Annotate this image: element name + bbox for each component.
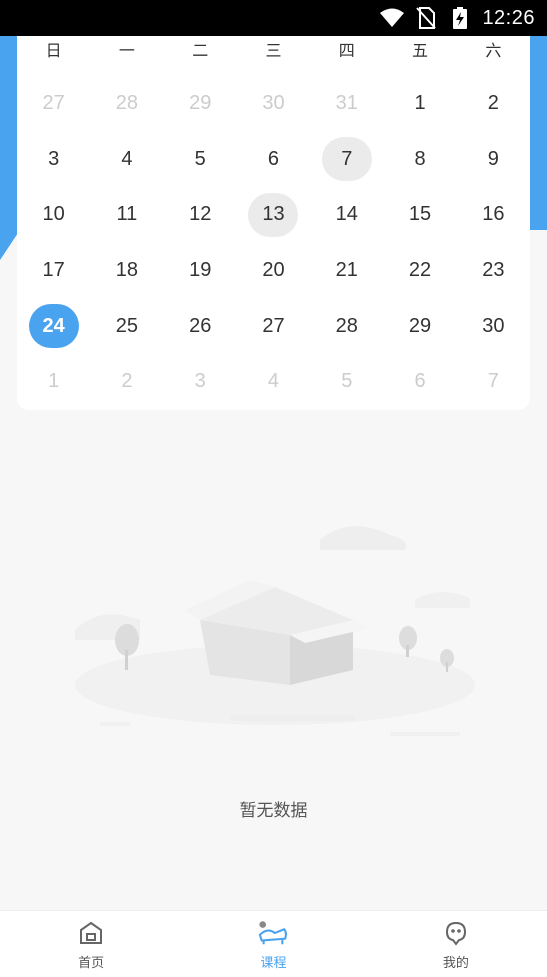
calendar-day[interactable]: 1	[29, 360, 79, 404]
no-sim-icon	[414, 7, 438, 29]
profile-icon	[441, 918, 471, 948]
calendar-day[interactable]: 23	[468, 249, 518, 293]
nav-label-home: 首页	[78, 955, 105, 971]
weekday-label: 三	[265, 41, 282, 60]
calendar-day[interactable]: 19	[175, 249, 225, 293]
calendar-day[interactable]: 17	[29, 249, 79, 293]
weekday-label: 四	[338, 41, 355, 60]
home-icon	[76, 918, 106, 948]
empty-box-illustration	[60, 510, 490, 760]
calendar-day[interactable]: 10	[29, 193, 79, 237]
calendar-day[interactable]: 3	[175, 360, 225, 404]
calendar-week-row: 1234567	[17, 354, 530, 410]
calendar-day[interactable]: 29	[395, 304, 445, 348]
calendar-day[interactable]: 14	[322, 193, 372, 237]
calendar: 日一二三四五六 27 28 29 30 31 1 2 3 4 5 6 7 8 9 10 11 12 13 14 15 1…	[17, 36, 530, 410]
calendar-day-selected[interactable]: 24	[28, 304, 79, 349]
calendar-day[interactable]: 11	[102, 193, 152, 237]
calendar-day[interactable]: 30	[248, 82, 298, 126]
calendar-week-row: 17 18 19 20 21 22 23	[17, 243, 530, 299]
calendar-day[interactable]: 8	[395, 137, 445, 181]
calendar-day[interactable]: 7	[321, 137, 372, 182]
calendar-day[interactable]: 4	[102, 137, 152, 181]
calendar-day[interactable]: 27	[29, 82, 79, 126]
calendar-day[interactable]: 28	[102, 82, 152, 126]
calendar-day[interactable]: 5	[175, 137, 225, 181]
calendar-day[interactable]: 5	[322, 360, 372, 404]
calendar-day[interactable]: 27	[248, 304, 298, 348]
calendar-day[interactable]: 12	[175, 193, 225, 237]
calendar-day[interactable]: 15	[395, 193, 445, 237]
nav-label-course: 课程	[260, 955, 287, 971]
calendar-day[interactable]: 31	[322, 82, 372, 126]
calendar-week-row: 3456789	[17, 132, 530, 188]
weekday-label: 二	[192, 41, 209, 60]
calendar-day[interactable]: 9	[468, 137, 518, 181]
calendar-week-row: 27 28 29 30 31 1 2	[17, 76, 530, 132]
weekday-label: 一	[118, 41, 135, 60]
nav-item-home[interactable]: 首页	[0, 911, 182, 977]
calendar-day[interactable]: 22	[395, 249, 445, 293]
calendar-grid: 27 28 29 30 31 1 2 3 4 5 6 7 8 9 10 11 12 13 14 15 16 17 18 19 2…	[17, 76, 530, 410]
calendar-day[interactable]: 20	[248, 249, 298, 293]
calendar-day[interactable]: 29	[175, 82, 225, 126]
calendar-day[interactable]: 30	[468, 304, 518, 348]
calendar-day[interactable]: 21	[322, 249, 372, 293]
calendar-week-row: 24 25 26 27 28 29 30	[17, 298, 530, 354]
wifi-icon	[380, 7, 405, 29]
calendar-week-row: 10 11 12 13 14 15 16	[17, 187, 530, 243]
status-bar: 12:26	[0, 0, 547, 36]
calendar-day[interactable]: 4	[248, 360, 298, 404]
calendar-day[interactable]: 2	[468, 82, 518, 126]
calendar-day[interactable]: 16	[468, 193, 518, 237]
calendar-day[interactable]: 25	[102, 304, 152, 348]
calendar-day[interactable]: 3	[29, 137, 79, 181]
calendar-day[interactable]: 28	[322, 304, 372, 348]
weekday-label: 日	[45, 41, 62, 60]
calendar-day[interactable]: 26	[175, 304, 225, 348]
calendar-day[interactable]: 1	[395, 82, 445, 126]
calendar-day[interactable]: 7	[468, 360, 518, 404]
weekday-header: 日一二三四五六	[17, 36, 530, 66]
battery-charging-icon	[448, 7, 472, 29]
nav-item-profile[interactable]: 我的	[365, 911, 547, 977]
course-icon	[258, 918, 288, 948]
bottom-nav: 首页 课程 我的	[0, 910, 547, 977]
weekday-label: 五	[412, 41, 429, 60]
calendar-day[interactable]: 18	[102, 249, 152, 293]
status-time: 12:26	[482, 6, 535, 29]
nav-label-profile: 我的	[442, 955, 469, 971]
calendar-day[interactable]: 6	[395, 360, 445, 404]
calendar-day[interactable]: 6	[248, 137, 298, 181]
nav-item-course[interactable]: 课程	[182, 911, 364, 977]
weekday-label: 六	[485, 41, 502, 60]
calendar-day[interactable]: 2	[102, 360, 152, 404]
calendar-day[interactable]: 13	[248, 192, 299, 237]
empty-state-text: 暂无数据	[239, 801, 308, 821]
